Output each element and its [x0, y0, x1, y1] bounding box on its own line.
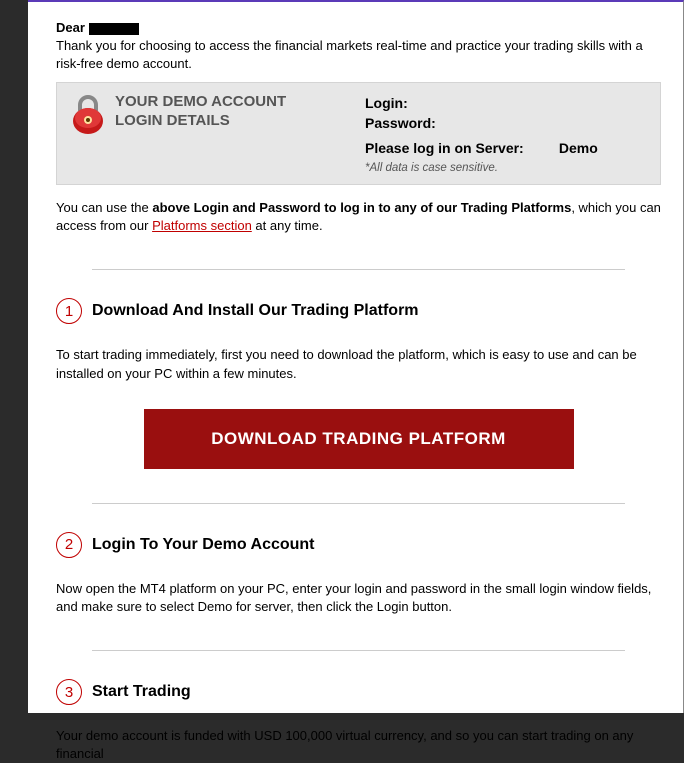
login-box-right: Login: Password: Please log in on Server… [365, 93, 646, 174]
redacted-name [89, 23, 139, 35]
platforms-section-link[interactable]: Platforms section [152, 218, 252, 233]
step-2-number: 2 [56, 532, 82, 558]
step-2-header: 2 Login To Your Demo Account [56, 532, 661, 558]
step-3-header: 3 Start Trading [56, 679, 661, 705]
pb-text3: at any time. [252, 218, 323, 233]
step-1-header: 1 Download And Install Our Trading Platf… [56, 298, 661, 324]
step-1-title: Download And Install Our Trading Platfor… [92, 302, 419, 320]
server-row: Please log in on Server: Demo [365, 138, 646, 158]
login-details-box: YOUR DEMO ACCOUNT LOGIN DETAILS Login: P… [56, 82, 661, 185]
step-2-title: Login To Your Demo Account [92, 536, 315, 554]
step-3-body: Your demo account is funded with USD 100… [56, 727, 661, 763]
server-value: Demo [559, 140, 598, 156]
intro-text: Thank you for choosing to access the fin… [56, 37, 661, 72]
server-label: Please log in on Server: [365, 138, 555, 158]
login-box-title: YOUR DEMO ACCOUNT LOGIN DETAILS [115, 93, 286, 131]
step-2-body: Now open the MT4 platform on your PC, en… [56, 580, 661, 616]
login-label: Login: [365, 93, 646, 113]
separator [92, 650, 624, 651]
step-1-body: To start trading immediately, first you … [56, 346, 661, 382]
case-sensitive-note: *All data is case sensitive. [365, 162, 646, 174]
email-body: Dear Thank you for choosing to access th… [28, 0, 684, 713]
separator [92, 503, 624, 504]
pb-bold: above Login and Password to log in to an… [152, 200, 571, 215]
greeting-line: Dear [56, 20, 661, 35]
login-box-left: YOUR DEMO ACCOUNT LOGIN DETAILS [71, 93, 351, 174]
download-platform-button[interactable]: DOWNLOAD TRADING PLATFORM [144, 409, 574, 469]
step-1-number: 1 [56, 298, 82, 324]
lock-icon [71, 93, 105, 138]
pb-text1: You can use the [56, 200, 152, 215]
login-box-title-line2: LOGIN DETAILS [115, 112, 286, 131]
password-label: Password: [365, 113, 646, 133]
login-box-title-line1: YOUR DEMO ACCOUNT [115, 93, 286, 112]
platforms-paragraph: You can use the above Login and Password… [56, 199, 661, 235]
step-3-number: 3 [56, 679, 82, 705]
step-3-title: Start Trading [92, 683, 191, 701]
greeting-prefix: Dear [56, 20, 85, 35]
separator [92, 269, 624, 270]
